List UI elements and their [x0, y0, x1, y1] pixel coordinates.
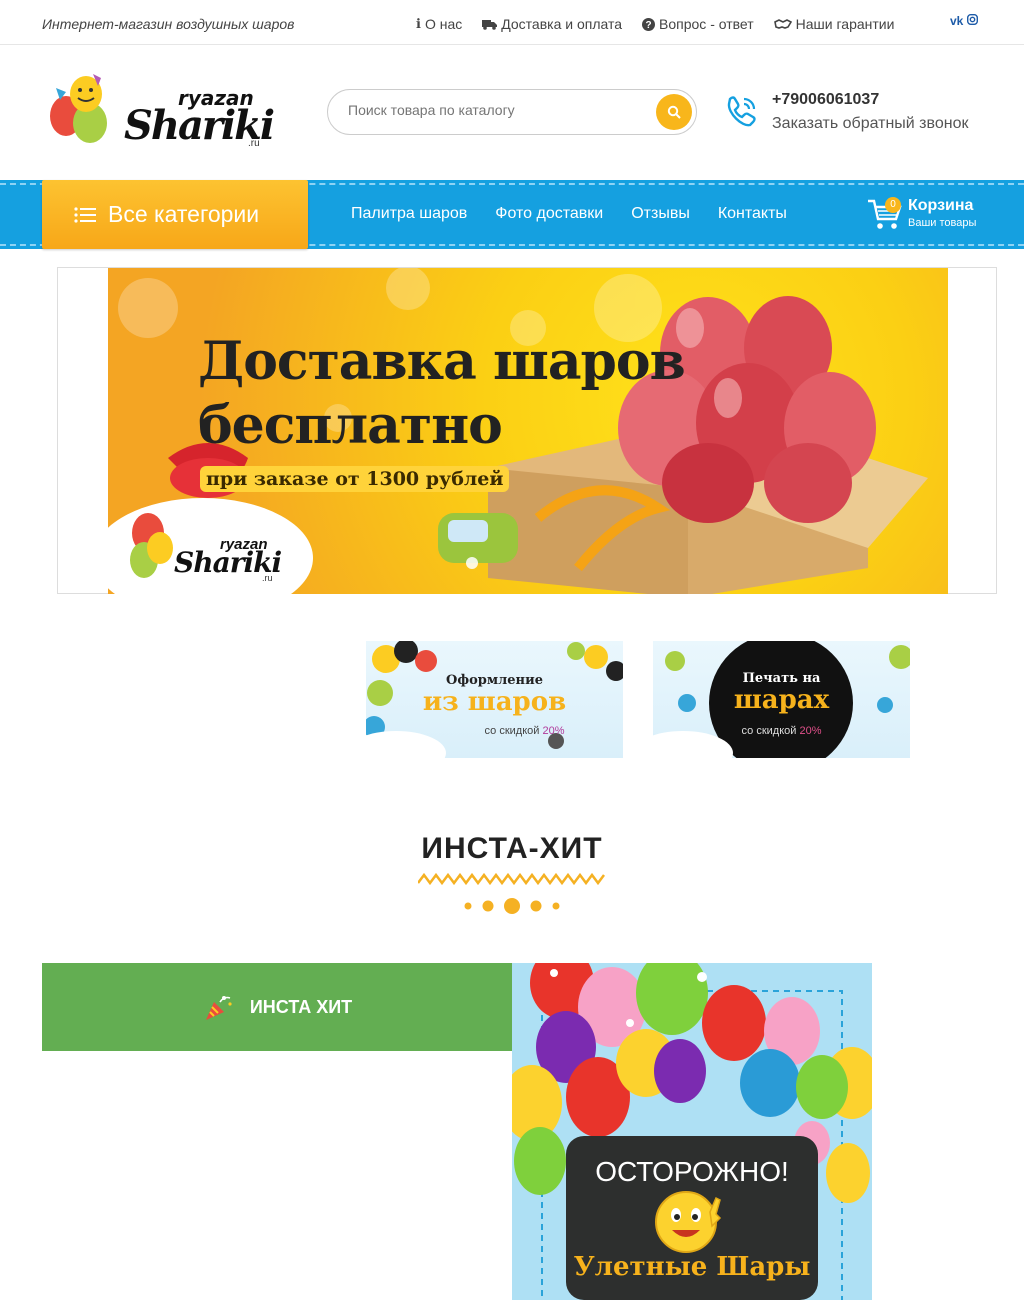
- search-button[interactable]: [656, 94, 692, 130]
- truck-icon: [482, 19, 498, 30]
- search-box: [327, 89, 697, 135]
- list-icon: [74, 206, 96, 223]
- header: ryazan Shariki .ru +79006061037 Заказать…: [0, 46, 1024, 182]
- insta-warning-card: ОСТОРОЖНО! Улетные Шары: [566, 1136, 818, 1300]
- top-link-about[interactable]: ℹ О нас: [416, 16, 462, 32]
- nav-item-photos[interactable]: Фото доставки: [495, 205, 603, 223]
- instagram-icon[interactable]: [967, 14, 979, 25]
- main-nav: Палитра шаров Фото доставки Отзывы Конта…: [351, 205, 787, 223]
- slider-dot[interactable]: [466, 557, 478, 569]
- cart-count-badge: 0: [885, 197, 901, 213]
- top-bar: Интернет-магазин воздушных шаров ℹ О нас…: [0, 0, 1024, 45]
- slide-headline-1: Доставка шаров: [198, 331, 686, 392]
- top-link-faq-label: Вопрос - ответ: [659, 16, 754, 32]
- cart-subtitle: Ваши товары: [908, 217, 977, 229]
- top-link-about-label: О нас: [424, 16, 463, 32]
- logo-domain: .ru: [248, 138, 260, 149]
- promo-decor-discount-label: со скидкой: [484, 725, 540, 737]
- top-link-faq[interactable]: ? Вопрос - ответ: [642, 16, 754, 32]
- promo-decor-title: Оформление: [446, 673, 543, 688]
- section-title: ИНСТА-ХИТ: [421, 832, 603, 865]
- social-links: vk: [950, 14, 979, 28]
- slide-headline-2: бесплатно: [198, 395, 503, 456]
- insta-warning-tagline: Улетные Шары: [573, 1252, 811, 1282]
- info-icon: ℹ: [416, 16, 421, 31]
- insta-hit-card[interactable]: ОСТОРОЖНО! Улетные Шары: [512, 963, 872, 1300]
- insta-warning-title: ОСТОРОЖНО!: [595, 1156, 789, 1187]
- all-categories-button[interactable]: Все категории: [42, 180, 308, 249]
- dots-divider: [464, 898, 560, 914]
- phone-icon: [727, 96, 756, 127]
- promo-print-title: Печать на: [742, 671, 821, 686]
- slide-headline: Доставка шаров бесплатно: [198, 330, 686, 458]
- promo-print-discount: со скидкой 20%: [653, 725, 910, 737]
- nav-item-palette[interactable]: Палитра шаров: [351, 205, 467, 223]
- promo-decor-discount: со скидкой 20%: [396, 725, 623, 737]
- party-popper-icon: [205, 996, 232, 1020]
- promo-print-discount-label: со скидкой: [741, 725, 797, 737]
- zigzag-divider: [418, 872, 605, 886]
- top-link-delivery[interactable]: Доставка и оплата: [482, 16, 622, 32]
- svg-text:?: ?: [645, 20, 651, 31]
- promo-decor-discount-pct: 20%: [542, 725, 565, 737]
- phone-number[interactable]: +79006061037: [772, 91, 879, 109]
- smiley-icon: [655, 1191, 722, 1253]
- site-logo[interactable]: ryazan Shariki .ru: [48, 68, 288, 153]
- vk-icon[interactable]: vk: [950, 14, 963, 28]
- slide-subline: при заказе от 1300 рублей: [200, 466, 510, 492]
- cart-widget[interactable]: 0 Корзина Ваши товары: [866, 193, 996, 235]
- promo-print-discount-pct: 20%: [799, 725, 822, 737]
- promo-print[interactable]: Печать на шарах со скидкой 20%: [653, 641, 910, 758]
- nav-item-contacts[interactable]: Контакты: [718, 205, 787, 223]
- all-categories-label: Все категории: [108, 201, 260, 227]
- callback-link[interactable]: Заказать обратный звонок: [772, 115, 968, 133]
- promo-print-subtitle: шарах: [733, 685, 830, 715]
- cart-title: Корзина: [908, 197, 974, 214]
- nav-item-reviews[interactable]: Отзывы: [631, 205, 690, 223]
- tab-insta-hit[interactable]: ИНСТА ХИТ: [42, 963, 512, 1051]
- hero-slide: Доставка шаров бесплатно при заказе от 1…: [108, 268, 948, 594]
- search-icon: [667, 105, 681, 119]
- tab-insta-hit-label: ИНСТА ХИТ: [249, 996, 353, 1017]
- question-icon: ?: [642, 17, 656, 31]
- top-link-guarantees-label: Наши гарантии: [795, 16, 895, 32]
- search-input[interactable]: [348, 102, 638, 118]
- hero-slider[interactable]: Доставка шаров бесплатно при заказе от 1…: [57, 267, 997, 594]
- promo-decor-subtitle: из шаров: [422, 687, 567, 717]
- promo-decor[interactable]: Оформление из шаров со скидкой 20%: [366, 641, 623, 758]
- site-tagline: Интернет-магазин воздушных шаров: [42, 16, 295, 32]
- top-link-delivery-label: Доставка и оплата: [501, 16, 623, 32]
- handshake-icon: [773, 19, 792, 29]
- slide-logo-domain: .ru: [262, 573, 273, 583]
- top-link-guarantees[interactable]: Наши гарантии: [773, 16, 895, 32]
- top-nav: ℹ О нас Доставка и оплата ? Вопрос - отв…: [416, 16, 894, 32]
